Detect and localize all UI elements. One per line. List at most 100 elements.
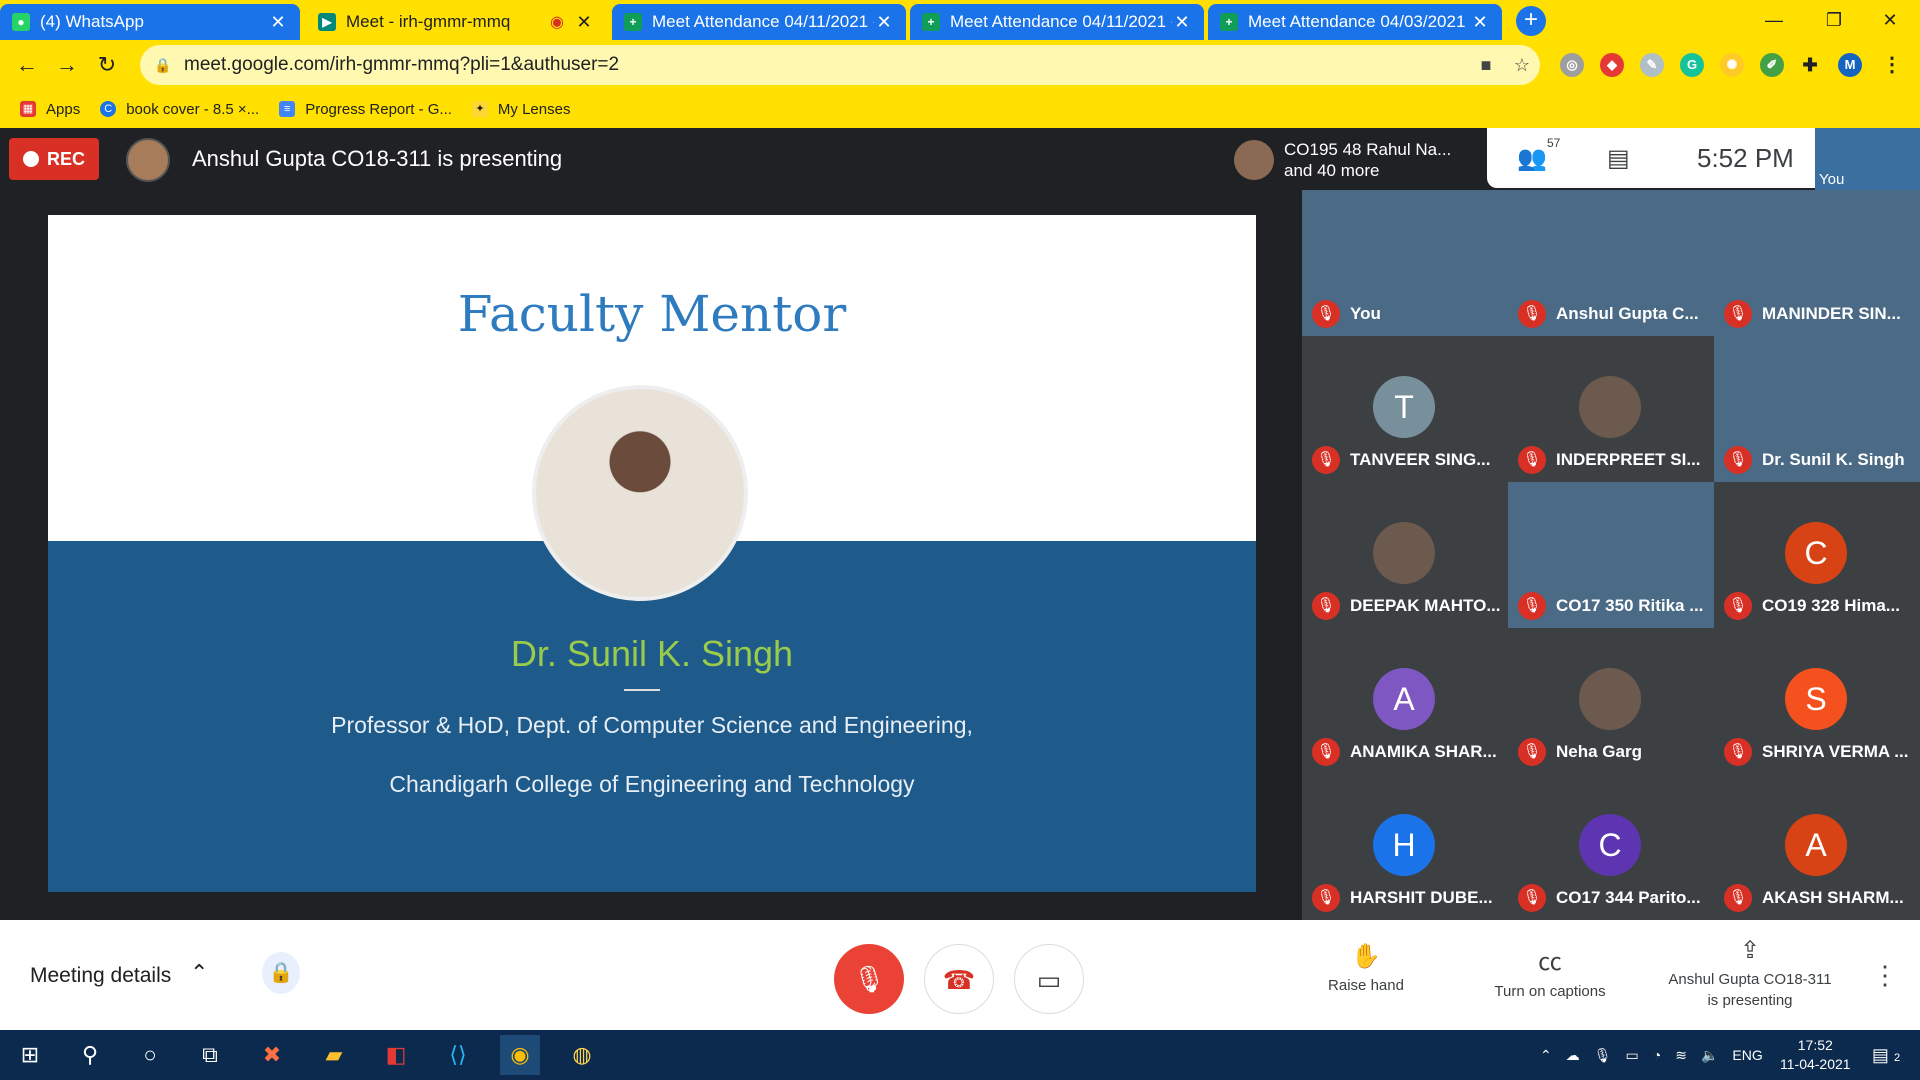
participant-tile[interactable]: H 🎙 HARSHIT DUBE...	[1302, 774, 1508, 920]
profile-avatar[interactable]: M	[1838, 53, 1862, 77]
forward-button[interactable]: →	[52, 50, 82, 80]
language-indicator[interactable]: ENG	[1732, 1047, 1762, 1063]
participant-avatar: A	[1373, 668, 1435, 730]
close-icon[interactable]: ✕	[1470, 12, 1490, 33]
menu-icon[interactable]: ⋮	[1880, 53, 1904, 77]
participant-tile[interactable]: T 🎙 TANVEER SING...	[1302, 336, 1508, 482]
new-tab-button[interactable]: +	[1516, 6, 1546, 36]
bookmark-label: Progress Report - G...	[305, 100, 452, 118]
close-icon[interactable]: ✕	[574, 12, 594, 33]
bookmark-star-icon[interactable]: ☆	[1504, 55, 1540, 76]
participant-tile[interactable]: C 🎙 CO19 328 Hima...	[1714, 482, 1920, 628]
participant-tile[interactable]: 🎙 DEEPAK MAHTO...	[1302, 482, 1508, 628]
participant-tile[interactable]: S 🎙 SHRIYA VERMA ...	[1714, 628, 1920, 774]
bookmark-progress-report[interactable]: ≡ Progress Report - G...	[279, 101, 452, 118]
close-icon[interactable]: ✕	[268, 12, 288, 33]
app-icon[interactable]: ◍	[562, 1035, 602, 1075]
bookmark-apps[interactable]: ▦ Apps	[20, 101, 80, 118]
self-preview-tile[interactable]: You	[1815, 128, 1920, 190]
tab-sheets-2[interactable]: + Meet Attendance 04/11/2021 - G ✕	[910, 4, 1204, 40]
url-text: meet.google.com/irh-gmmr-mmq?pli=1&authu…	[184, 54, 620, 75]
participant-tile[interactable]: C 🎙 CO17 344 Parito...	[1508, 774, 1714, 920]
reload-button[interactable]: ↻	[92, 50, 122, 80]
network-icon[interactable]: ◔	[1653, 1047, 1661, 1063]
participant-tile[interactable]: 🎙 MANINDER SIN...	[1714, 190, 1920, 336]
maximize-button[interactable]: ❐	[1804, 4, 1864, 36]
extensions-puzzle-icon[interactable]: ✚	[1798, 53, 1822, 77]
mic-muted-icon: 🎙	[1724, 592, 1752, 620]
recording-badge[interactable]: REC	[9, 138, 99, 180]
raise-hand-button[interactable]: ✋ Raise hand	[1316, 942, 1416, 994]
captions-button[interactable]: ㏄ Turn on captions	[1480, 942, 1620, 1000]
participant-name: SHRIYA VERMA ...	[1762, 742, 1909, 761]
extension-icon[interactable]: ◆	[1600, 53, 1624, 77]
self-label: You	[1819, 171, 1845, 188]
camera-icon[interactable]: ■	[1468, 55, 1504, 76]
bookmark-my-lenses[interactable]: ✦ My Lenses	[471, 101, 570, 118]
extension-icon[interactable]: ✎	[1640, 53, 1664, 77]
task-view-icon[interactable]: ⧉	[190, 1035, 230, 1075]
participant-tile[interactable]: 🎙 Neha Garg	[1508, 628, 1714, 774]
chat-button[interactable]: ▤	[1607, 144, 1647, 173]
microphone-icon[interactable]: 🎙	[1594, 1047, 1612, 1064]
vscode-icon[interactable]: ⟨⟩	[438, 1035, 478, 1075]
office-icon[interactable]: ◧	[376, 1035, 416, 1075]
close-icon[interactable]: ✕	[1172, 12, 1192, 33]
xampp-icon[interactable]: ✖	[252, 1035, 292, 1075]
tab-whatsapp[interactable]: ● (4) WhatsApp ✕	[0, 4, 300, 40]
participant-tile[interactable]: 🎙 CO17 350 Ritika ...	[1508, 482, 1714, 628]
recording-icon: ◉	[550, 14, 564, 31]
camera-toggle-button[interactable]: ▭	[1014, 944, 1084, 1014]
presenting-button[interactable]: ⇪ Anshul Gupta CO18-311 is presenting	[1650, 936, 1850, 1009]
joiners-notification[interactable]: CO195 48 Rahul Na... and 40 more	[1224, 132, 1484, 188]
participant-name: AKASH SHARM...	[1762, 888, 1904, 907]
participant-tile[interactable]: 🎙 Dr. Sunil K. Singh	[1714, 336, 1920, 482]
joiner-name: CO195 48 Rahul Na...	[1284, 140, 1452, 159]
tab-sheets-1[interactable]: + Meet Attendance 04/11/2021 - G ✕	[612, 4, 906, 40]
mic-toggle-button[interactable]: 🎙	[834, 944, 904, 1014]
leave-call-button[interactable]: ☎	[924, 944, 994, 1014]
tab-sheets-3[interactable]: + Meet Attendance 04/03/2021 - G ✕	[1208, 4, 1502, 40]
participant-tile[interactable]: 🎙 INDERPREET SI...	[1508, 336, 1714, 482]
chrome-icon[interactable]: ◉	[500, 1035, 540, 1075]
extension-camera-icon[interactable]: ◎	[1560, 53, 1584, 77]
file-explorer-icon[interactable]: ▰	[314, 1035, 354, 1075]
windows-start-icon[interactable]: ⊞	[10, 1035, 50, 1075]
close-icon[interactable]: ✕	[874, 12, 894, 33]
tab-title: (4) WhatsApp	[40, 12, 144, 31]
participant-avatar: C	[1785, 522, 1847, 584]
participant-name: MANINDER SIN...	[1762, 304, 1901, 323]
participant-tile[interactable]: A 🎙 AKASH SHARM...	[1714, 774, 1920, 920]
participant-tile[interactable]: 🎙 Anshul Gupta C...	[1508, 190, 1714, 336]
bookmarks-bar: ▦ Apps C book cover - 8.5 ×... ≡ Progres…	[0, 90, 1920, 128]
battery-icon[interactable]: ▭	[1626, 1047, 1639, 1064]
captions-icon: ㏄	[1538, 949, 1562, 976]
cortana-icon[interactable]: ○	[130, 1035, 170, 1075]
address-bar[interactable]: 🔒 meet.google.com/irh-gmmr-mmq?pli=1&aut…	[140, 45, 1540, 85]
bookmark-book-cover[interactable]: C book cover - 8.5 ×...	[100, 101, 259, 118]
taskbar-clock[interactable]: 17:52 11-04-2021	[1780, 1036, 1851, 1074]
minimize-button[interactable]: —	[1744, 4, 1804, 36]
participant-name: You	[1350, 304, 1381, 323]
people-button[interactable]: 👥 57	[1517, 136, 1560, 173]
close-window-button[interactable]: ✕	[1860, 4, 1920, 36]
chevron-up-icon[interactable]: ⌃	[1540, 1047, 1552, 1064]
participant-tile[interactable]: A 🎙 ANAMIKA SHAR...	[1302, 628, 1508, 774]
extension-icon[interactable]: ✺	[1720, 53, 1744, 77]
back-button[interactable]: ←	[12, 50, 42, 80]
tab-title: Meet - irh-gmmr-mmq	[346, 12, 511, 31]
grammarly-icon[interactable]: G	[1680, 53, 1704, 77]
host-controls-shield-icon[interactable]: 🔒	[262, 952, 300, 994]
extension-pen-icon[interactable]: ✐	[1760, 53, 1784, 77]
more-options-icon[interactable]: ⋮	[1872, 960, 1898, 991]
wifi-icon[interactable]: ≋	[1675, 1047, 1687, 1064]
participant-tile[interactable]: 🎙 You	[1302, 190, 1508, 336]
notifications-button[interactable]: ▤ 2	[1866, 1035, 1906, 1075]
volume-icon[interactable]: 🔈	[1701, 1047, 1718, 1064]
tab-meet[interactable]: ▶ Meet - irh-gmmr-mmq ◉ ✕	[306, 4, 606, 40]
search-icon[interactable]: ⚲	[70, 1035, 110, 1075]
chevron-up-icon[interactable]: ⌃	[190, 960, 208, 986]
participant-name: INDERPREET SI...	[1556, 450, 1701, 469]
meeting-details-button[interactable]: Meeting details	[30, 964, 171, 988]
onedrive-cloud-icon[interactable]: ☁	[1566, 1047, 1580, 1064]
